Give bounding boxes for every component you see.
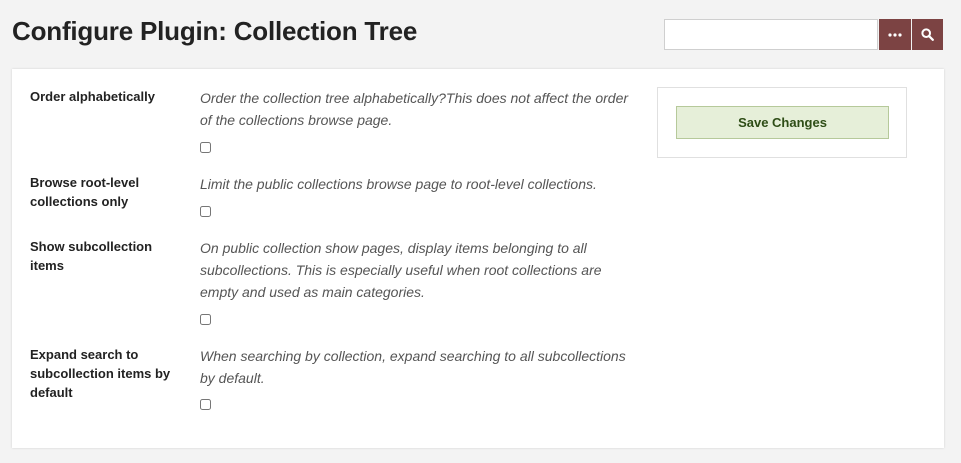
field-label: Browse root-level collections only [30, 175, 140, 209]
search-icon [921, 28, 934, 41]
search-submit-button[interactable] [911, 19, 943, 50]
save-changes-button[interactable]: Save Changes [676, 106, 889, 139]
search-input[interactable] [664, 19, 878, 50]
field-description: Limit the public collections browse page… [200, 176, 597, 192]
ellipsis-icon [888, 32, 902, 37]
field-label: Show subcollection items [30, 239, 153, 273]
search-bar [664, 19, 943, 50]
field-label: Expand search to subcollection items by … [30, 347, 171, 400]
order-alphabetically-checkbox[interactable] [200, 142, 211, 153]
show-subcollection-items-checkbox[interactable] [200, 314, 211, 325]
browse-root-level-checkbox[interactable] [200, 206, 211, 217]
field-description: Order the collection tree alphabetically… [200, 90, 629, 128]
settings-panel: Order alphabetically Order the collectio… [12, 69, 944, 448]
page-title: Configure Plugin: Collection Tree [12, 16, 418, 46]
expand-search-checkbox[interactable] [200, 399, 211, 410]
save-panel: Save Changes [657, 87, 907, 158]
field-description: On public collection show pages, display… [200, 240, 602, 300]
field-label: Order alphabetically [30, 89, 155, 104]
advanced-search-button[interactable] [878, 19, 911, 50]
field-description: When searching by collection, expand sea… [200, 348, 626, 386]
